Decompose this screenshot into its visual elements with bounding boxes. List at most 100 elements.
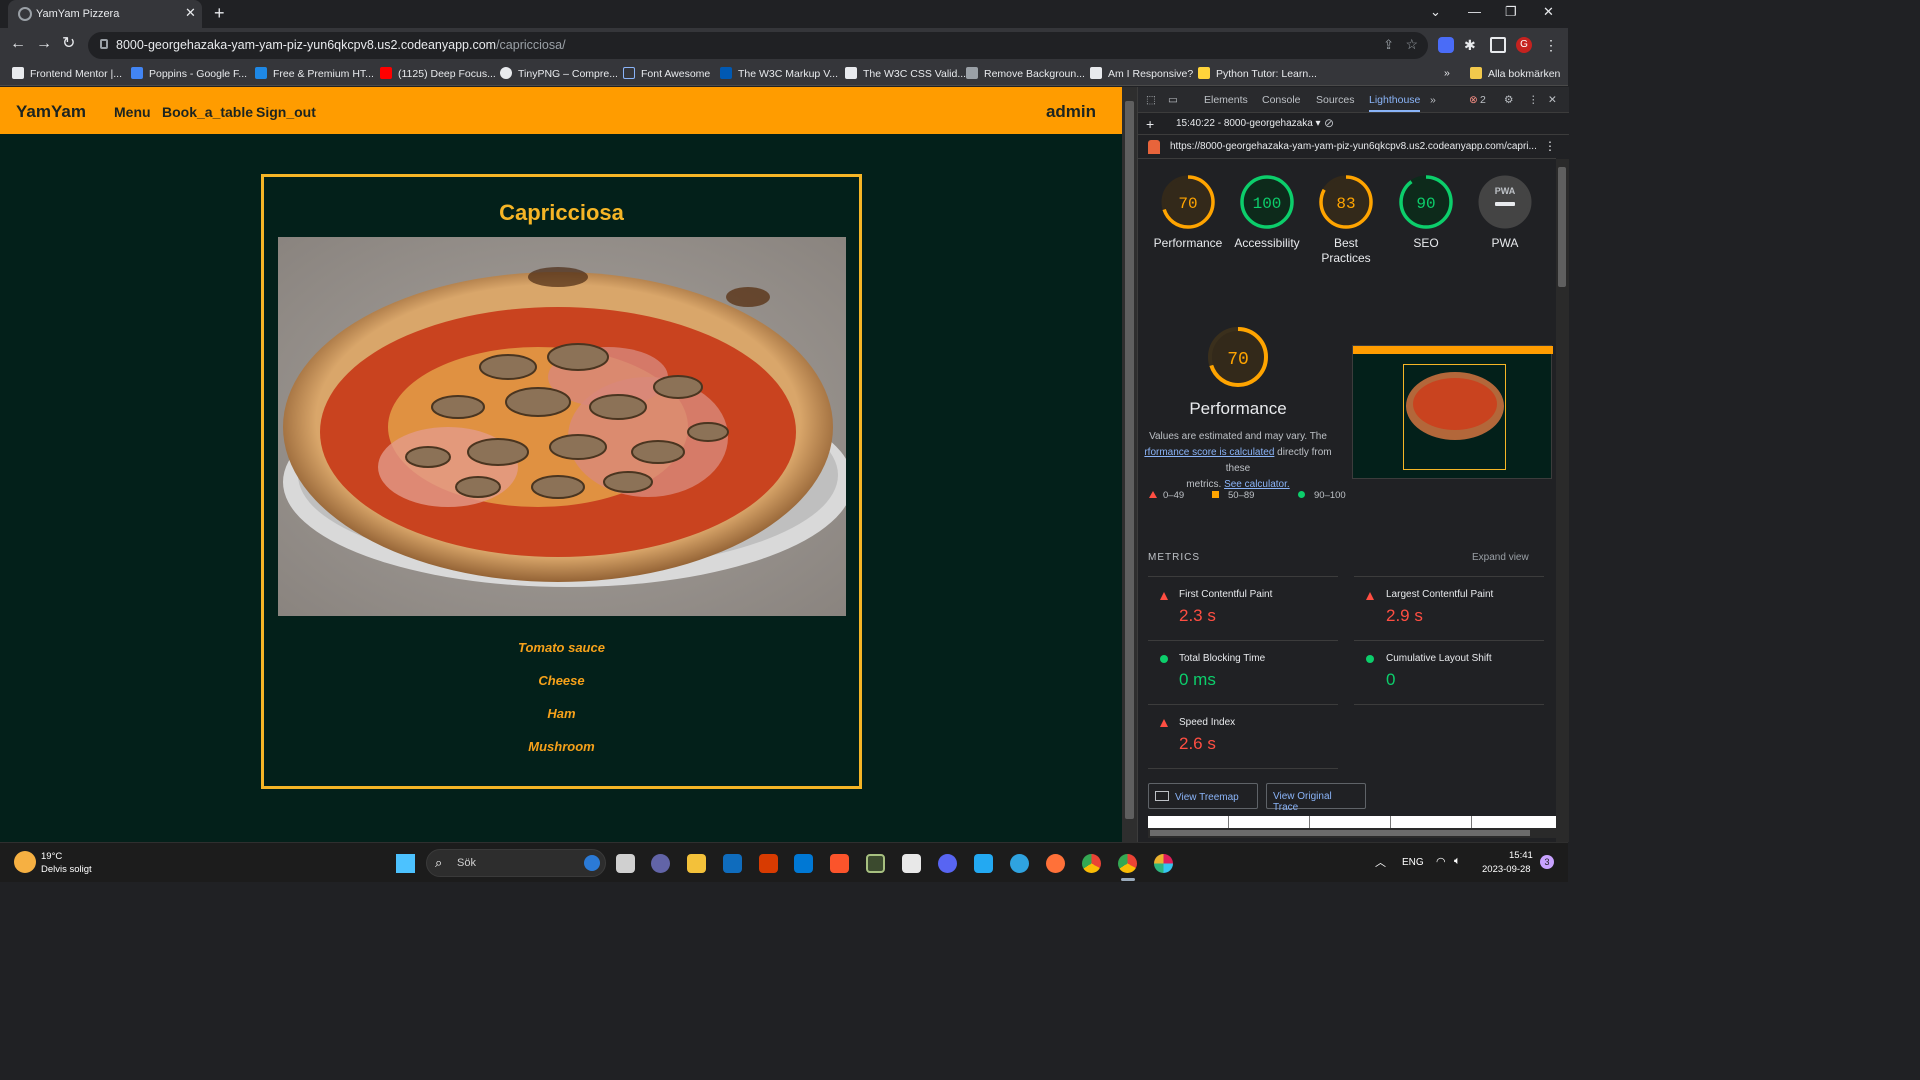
bookmark-item[interactable]: Python Tutor: Learn... [1198, 67, 1317, 80]
chevron-down-icon[interactable]: ⌄ [1430, 4, 1441, 20]
score-gauge-performance[interactable]: 70 Performance [1148, 174, 1228, 251]
wifi-icon[interactable]: ◠ [1436, 855, 1446, 868]
site-brand[interactable]: YamYam [16, 102, 86, 122]
taskbar-search-box[interactable]: ⌕ Sök [426, 849, 606, 877]
tab-lighthouse[interactable]: Lighthouse [1369, 94, 1421, 112]
error-count[interactable]: 2 [1480, 94, 1486, 106]
mail-icon[interactable] [723, 854, 742, 873]
score-gauge-accessibility[interactable]: 100 Accessibility [1227, 174, 1307, 251]
edge-icon[interactable] [1010, 854, 1029, 873]
devtools-tabbar: ⬚ ▭ Elements Console Sources Lighthouse … [1138, 87, 1569, 113]
chrome-active-icon[interactable] [1118, 854, 1137, 873]
performance-gauge-ring: 70 [1161, 175, 1215, 229]
bookmark-item[interactable]: TinyPNG – Compre... [500, 67, 618, 80]
snipping-tool-icon[interactable] [902, 854, 921, 873]
add-report-icon[interactable]: + [1146, 116, 1154, 132]
file-explorer-icon[interactable] [687, 854, 706, 873]
devtools-scrollbar[interactable] [1556, 159, 1569, 842]
sidepanel-icon[interactable] [1490, 37, 1506, 53]
error-icon[interactable]: ⊗ [1469, 94, 1478, 106]
lighthouse-toolbar: + 15:40:22 - 8000-georgehazaka ▾ ⊘ [1138, 113, 1569, 135]
kebab-menu-icon[interactable]: ⋮ [1544, 37, 1560, 53]
settings-gear-icon[interactable]: ⚙ [1504, 94, 1513, 106]
bookmark-item[interactable]: Free & Premium HT... [255, 67, 374, 80]
nav-link-menu[interactable]: Menu [114, 104, 151, 120]
weather-sun-icon[interactable] [14, 851, 36, 873]
clear-icon[interactable]: ⊘ [1324, 116, 1334, 130]
weather-desc[interactable]: Delvis soligt [41, 864, 92, 875]
view-trace-button[interactable]: View Original Trace [1266, 783, 1366, 813]
report-menu-icon[interactable]: ⋮ [1544, 139, 1556, 153]
firefox-icon[interactable] [1046, 854, 1065, 873]
weather-temp[interactable]: 19°C [41, 851, 62, 862]
profile-avatar[interactable]: G [1516, 37, 1532, 53]
close-window-icon[interactable]: ✕ [1543, 4, 1554, 20]
windows-start-icon[interactable] [396, 854, 415, 873]
clock-date[interactable]: 2023-09-28 [1482, 864, 1531, 875]
see-calculator-link[interactable]: See calculator. [1224, 479, 1290, 490]
chrome-icon[interactable] [1082, 854, 1101, 873]
bookmark-item[interactable]: Frontend Mentor |... [12, 67, 122, 80]
tab-console[interactable]: Console [1262, 94, 1301, 106]
new-tab-icon[interactable]: + [214, 3, 225, 24]
view-treemap-button[interactable]: View Treemap [1148, 783, 1258, 809]
score-calculated-link[interactable]: rformance score is calculated [1144, 447, 1274, 458]
url-path: /capricciosa/ [496, 38, 566, 52]
reload-icon[interactable]: ↻ [62, 36, 75, 52]
minimize-icon[interactable]: — [1468, 4, 1481, 19]
extension-icon[interactable] [1438, 37, 1454, 53]
report-url[interactable]: https://8000-georgehazaka-yam-yam-piz-yu… [1170, 141, 1537, 152]
back-arrow-icon[interactable]: ← [10, 36, 26, 52]
share-icon[interactable]: ⇪ [1383, 37, 1394, 53]
restore-icon[interactable]: ❐ [1505, 4, 1517, 20]
app-icon[interactable] [866, 854, 885, 873]
horizontal-scrollbar[interactable] [1148, 828, 1556, 838]
task-view-icon[interactable] [616, 854, 635, 873]
browser-tab[interactable]: YamYam Pizzera ✕ [8, 0, 202, 28]
bookmark-item[interactable]: Remove Backgroun... [966, 67, 1085, 80]
star-icon[interactable]: ☆ [1405, 36, 1418, 53]
clock-time[interactable]: 15:41 [1509, 850, 1533, 861]
score-gauge-best-practices[interactable]: 83 Best Practices [1306, 174, 1386, 266]
bookmark-item[interactable]: Font Awesome [623, 67, 710, 80]
metric-fcp-label: First Contentful Paint [1179, 589, 1273, 600]
language-indicator[interactable]: ENG [1402, 857, 1424, 868]
teams-chat-icon[interactable] [651, 854, 670, 873]
tab-elements[interactable]: Elements [1204, 94, 1248, 106]
devtools-menu-icon[interactable]: ⋮ [1528, 94, 1539, 106]
expand-view-toggle[interactable]: Expand view [1472, 552, 1529, 563]
more-bookmarks-icon[interactable]: » [1444, 67, 1450, 79]
score-gauge-pwa[interactable]: PWA PWA [1465, 174, 1545, 251]
address-bar[interactable]: 8000-georgehazaka-yam-yam-piz-yun6qkcpv8… [88, 32, 1428, 59]
bookmark-item[interactable]: Poppins - Google F... [131, 67, 247, 80]
close-tab-icon[interactable]: ✕ [185, 5, 196, 21]
tab-title: YamYam Pizzera [36, 8, 120, 20]
office-icon[interactable] [759, 854, 778, 873]
discord-icon[interactable] [938, 854, 957, 873]
notification-badge[interactable]: 3 [1540, 855, 1554, 869]
forward-arrow-icon[interactable]: → [36, 36, 52, 52]
nav-link-sign-out[interactable]: Sign_out [256, 104, 316, 120]
device-toggle-icon[interactable]: ▭ [1168, 94, 1178, 106]
bookmark-item[interactable]: (1125) Deep Focus... [380, 67, 496, 80]
slack-icon[interactable] [1154, 854, 1173, 873]
bookmark-item[interactable]: Am I Responsive? [1090, 67, 1193, 80]
close-devtools-icon[interactable]: ✕ [1548, 94, 1557, 106]
store-icon[interactable] [794, 854, 813, 873]
report-selector[interactable]: 15:40:22 - 8000-georgehazaka ▾ [1176, 118, 1321, 129]
inspect-icon[interactable]: ⬚ [1146, 94, 1156, 106]
bookmark-item[interactable]: The W3C CSS Valid... [845, 67, 966, 80]
volume-icon[interactable]: 🔈︎ [1454, 855, 1461, 868]
score-gauge-seo[interactable]: 90 SEO [1386, 174, 1466, 251]
tab-sources[interactable]: Sources [1316, 94, 1355, 106]
all-bookmarks-folder[interactable]: Alla bokmärken [1470, 67, 1560, 80]
chevron-up-icon[interactable]: ︿ [1375, 854, 1386, 870]
puzzle-icon[interactable]: ✱ [1464, 37, 1480, 53]
vscode-icon[interactable] [974, 854, 993, 873]
nav-link-book-table[interactable]: Book_a_table [162, 104, 253, 120]
bookmark-item[interactable]: The W3C Markup V... [720, 67, 838, 80]
brave-icon[interactable] [830, 854, 849, 873]
page-scrollbar[interactable] [1122, 87, 1137, 842]
more-tabs-icon[interactable]: » [1430, 94, 1436, 106]
pwa-badge-text: PWA [1495, 186, 1516, 196]
